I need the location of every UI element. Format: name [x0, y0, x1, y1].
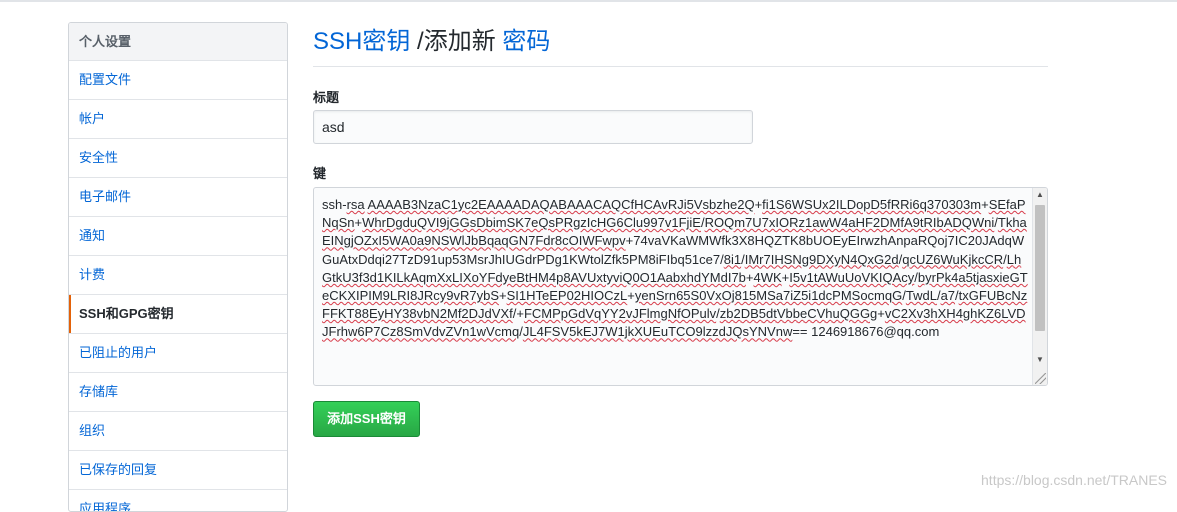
key-text-segment: IMr7IHSNg9DXyN4QxG2d: [744, 251, 899, 267]
sidebar-item-applications[interactable]: 应用程序: [69, 490, 287, 511]
key-text-segment: rsa: [346, 197, 365, 212]
sidebar-item-saved-replies[interactable]: 已保存的回复: [69, 451, 287, 490]
key-text-segment: FCMPpGdVqYY2vJFlmgNfOPulv: [523, 306, 717, 322]
sidebar-item-emails[interactable]: 电子邮件: [69, 178, 287, 217]
key-text-segment: +: [354, 215, 363, 231]
key-label: 键: [313, 166, 327, 181]
breadcrumb-separator: /添加新: [410, 28, 503, 55]
key-text-segment: /+: [512, 306, 524, 322]
sidebar-item-blocked-users[interactable]: 已阻止的用户: [69, 334, 287, 373]
key-text-segment: yenSrn65S0VxOj815MSa7iZ5i1dcPMSocmqG: [634, 288, 903, 304]
sidebar-item-notifications[interactable]: 通知: [69, 217, 287, 256]
key-text-segment: +: [877, 306, 885, 322]
key-text-segment: +: [499, 288, 507, 304]
scroll-down-arrow-icon[interactable]: ▼: [1033, 353, 1047, 367]
key-text-segment: zb2DB5dtVbbeCVhuQGGg: [719, 306, 878, 322]
sidebar-item-profile[interactable]: 配置文件: [69, 61, 287, 100]
watermark: https://blog.csdn.net/TRANES: [981, 472, 1167, 488]
key-text-segment: WhrDgduQVI9jGGsDbimSK7eQsPRgzIcHG6Clu997…: [362, 215, 701, 231]
key-text-segment: == 1246918676@qq.com: [792, 324, 940, 340]
key-text-segment: a7: [940, 288, 956, 304]
title-label: 标题: [313, 90, 340, 105]
key-text-segment: fi1S6WSUx2ILDopD5fRRi6q370303m: [762, 197, 982, 212]
key-text-segment: 4WK: [753, 269, 782, 285]
key-text-segment: +: [745, 269, 754, 285]
key-text-segment: TwdL: [905, 288, 937, 304]
key-text-segment: SI1HTeEP02HIOCzL: [506, 288, 628, 304]
breadcrumb-password-link[interactable]: 密码: [502, 28, 550, 55]
top-border: [0, 0, 1177, 2]
page-title: SSH密钥 /添加新 密码: [313, 24, 1048, 67]
settings-sidebar: 个人设置 配置文件 帐户 安全性 电子邮件 通知 计费 SSH和GPG密钥 已阻止的用户 存储库…: [68, 22, 288, 512]
key-text-segment: 8i1: [723, 251, 742, 267]
key-text-segment: JL4FSV5kEJ7W1jkXUEuTCO9lzzdJQsYNVnw: [522, 324, 793, 340]
key-textarea[interactable]: ssh-rsa AAAAB3NzaC1yc2EAAAADAQABAAACAQCf…: [313, 187, 1048, 386]
sidebar-header: 个人设置: [69, 23, 287, 61]
key-textarea-scrollbar[interactable]: ▲ ▼: [1032, 188, 1047, 385]
scrollbar-thumb[interactable]: [1035, 205, 1045, 331]
sidebar-item-billing[interactable]: 计费: [69, 256, 287, 295]
resize-grip-icon[interactable]: [1035, 373, 1046, 384]
key-text-segment: +: [981, 197, 989, 212]
sidebar-item-account[interactable]: 帐户: [69, 100, 287, 139]
sidebar-item-security[interactable]: 安全性: [69, 139, 287, 178]
sidebar-item-organizations[interactable]: 组织: [69, 412, 287, 451]
key-textarea-content: ssh-rsa AAAAB3NzaC1yc2EAAAADAQABAAACAQCf…: [322, 196, 1030, 342]
key-text-segment: qcUZ6WuKjkcCR: [902, 251, 1004, 267]
sidebar-item-repositories[interactable]: 存储库: [69, 373, 287, 412]
sidebar-items: 配置文件 帐户 安全性 电子邮件 通知 计费 SSH和GPG密钥 已阻止的用户 存储库 组织 已保存…: [69, 61, 287, 511]
key-text-segment: ssh-: [322, 197, 347, 212]
key-text-segment: I5v1tAWuUoVKIQAcy: [789, 269, 915, 285]
title-input[interactable]: [313, 110, 753, 144]
add-ssh-key-button[interactable]: 添加SSH密钥: [313, 401, 420, 437]
key-text-segment: ROQm7U7xIORz1awW4aHF2DMfA9tRIbADQWni: [704, 215, 995, 231]
key-text-segment: +: [627, 288, 635, 304]
key-text-segment: AAAAB3NzaC1yc2EAAAADAQABAAACAQCfHCAvRJi5…: [367, 197, 755, 212]
sidebar-item-ssh-gpg-keys[interactable]: SSH和GPG密钥: [69, 295, 287, 334]
scroll-up-arrow-icon[interactable]: ▲: [1033, 188, 1047, 202]
breadcrumb-ssh-keys-link[interactable]: SSH密钥: [313, 28, 410, 55]
